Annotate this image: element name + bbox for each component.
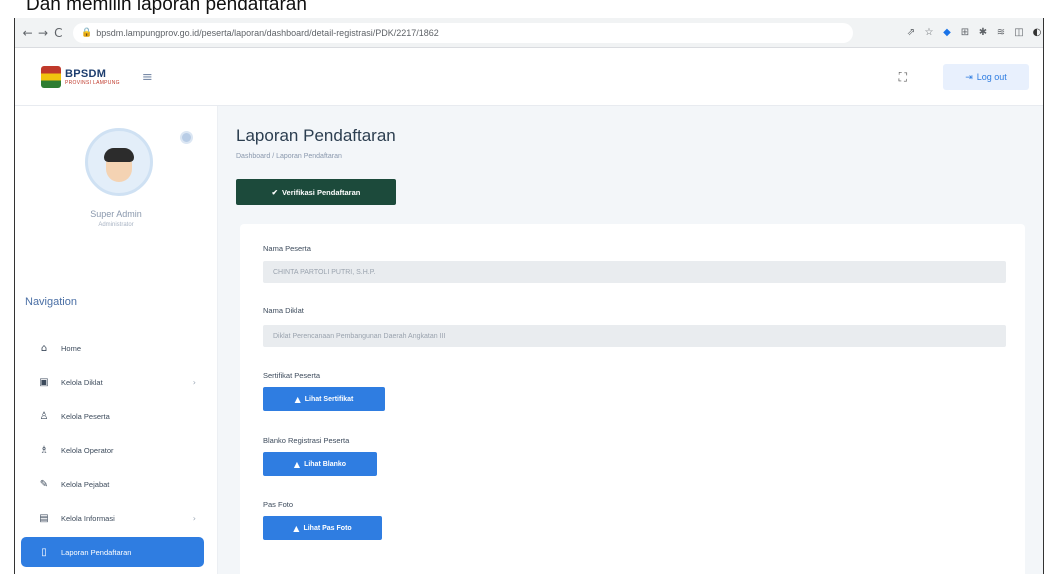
sidebar-item-laporan-pendaftaran[interactable]: ▯ Laporan Pendaftaran — [21, 537, 204, 567]
view-form-button[interactable]: ▲ Lihat Blanko — [263, 452, 377, 476]
user-icon: ♙ — [39, 410, 49, 422]
extension-icon[interactable]: ≋ — [995, 27, 1007, 39]
registration-detail-card: Nama Peserta CHINTA PARTOLI PUTRI, S.H.P… — [240, 224, 1025, 574]
extension-icon[interactable]: ⊞ — [959, 27, 971, 39]
user-role: Administrator — [98, 222, 134, 228]
status-dot-icon — [180, 131, 193, 144]
participant-name-field: CHINTA PARTOLI PUTRI, S.H.P. — [263, 261, 1006, 283]
logout-label: Log out — [976, 72, 1007, 82]
check-icon: ✔ — [271, 187, 278, 197]
view-form-label: Lihat Blanko — [304, 460, 347, 468]
sidebar-item-home[interactable]: ⌂ Home — [15, 331, 218, 365]
sidebar-item-kelola-pejabat[interactable]: ✎ Kelola Pejabat — [15, 467, 218, 501]
training-name-field: Diklat Perencanaan Pembangunan Daerah An… — [263, 325, 1006, 347]
fullscreen-icon[interactable]: ⛶ — [899, 70, 907, 85]
logout-icon: ⇥ — [965, 71, 973, 82]
breadcrumb: Dashboard / Laporan Pendaftaran — [236, 153, 342, 160]
view-certificate-label: Lihat Sertifikat — [304, 395, 354, 403]
browser-toolbar: ← → C 🔒 bpsdm.lampungprov.go.id/peserta/… — [15, 18, 1043, 48]
avatar — [85, 128, 153, 196]
sidebar: Super Admin Administrator Navigation ⌂ H… — [15, 106, 218, 574]
back-icon[interactable]: ← — [21, 25, 34, 41]
photo-label: Pas Foto — [263, 500, 294, 509]
sidebar-item-label: Kelola Informasi — [61, 513, 115, 523]
upload-icon: ▲ — [293, 523, 300, 533]
extension-icon[interactable]: ◆ — [941, 27, 953, 39]
screenshot-caption: Dan memilih laporan pendaftaran — [26, 0, 307, 15]
chevron-right-icon: › — [192, 513, 196, 523]
screenshot-frame: ← → C 🔒 bpsdm.lampungprov.go.id/peserta/… — [14, 18, 1044, 574]
nav-list: ⌂ Home ▣ Kelola Diklat › ♙ Kelola Pesert… — [15, 331, 218, 567]
address-bar[interactable]: 🔒 bpsdm.lampungprov.go.id/peserta/lapora… — [72, 22, 853, 43]
sidebar-item-label: Kelola Operator — [61, 445, 114, 455]
logo-icon — [41, 66, 61, 88]
sidebar-item-kelola-operator[interactable]: ♗ Kelola Operator — [15, 433, 218, 467]
certificate-label: Sertifikat Peserta — [263, 371, 321, 380]
training-name-label: Nama Diklat — [263, 306, 304, 315]
sidebar-item-label: Kelola Pejabat — [61, 479, 110, 489]
sidebar-item-kelola-informasi[interactable]: ▤ Kelola Informasi › — [15, 501, 218, 535]
url-text: bpsdm.lampungprov.go.id/peserta/laporan/… — [96, 27, 439, 38]
lock-icon: 🔒 — [80, 27, 93, 37]
bookmark-star-icon[interactable]: ☆ — [923, 27, 935, 39]
user-cog-icon: ♗ — [39, 444, 49, 456]
puzzle-icon[interactable]: ✱ — [977, 27, 989, 39]
pen-icon: ✎ — [39, 478, 49, 490]
upload-icon: ▲ — [293, 459, 301, 469]
profile-icon[interactable]: ◐ — [1031, 27, 1043, 39]
calendar-icon: ▤ — [39, 512, 49, 524]
view-photo-label: Lihat Pas Foto — [303, 524, 352, 532]
logo-subtitle: PROVINSI LAMPUNG — [65, 80, 120, 86]
sidebar-item-label: Home — [61, 343, 82, 353]
main-content: Laporan Pendaftaran Dashboard / Laporan … — [218, 106, 1043, 574]
participant-name-label: Nama Peserta — [263, 244, 311, 253]
view-certificate-button[interactable]: ▲ Lihat Sertifikat — [263, 387, 385, 411]
logout-button[interactable]: ⇥ Log out — [943, 64, 1029, 90]
sidebar-item-kelola-peserta[interactable]: ♙ Kelola Peserta — [15, 399, 218, 433]
document-icon: ▯ — [41, 546, 47, 558]
sidebar-item-label: Laporan Pendaftaran — [61, 547, 132, 557]
logo-title: BPSDM — [65, 68, 107, 80]
menu-toggle-icon[interactable]: ≡ — [142, 70, 153, 85]
verify-registration-button[interactable]: ✔ Verifikasi Pendaftaran — [236, 179, 396, 205]
forward-icon[interactable]: → — [36, 25, 49, 41]
verify-button-label: Verifikasi Pendaftaran — [281, 187, 361, 197]
share-icon[interactable]: ⇗ — [905, 27, 917, 39]
reload-icon[interactable]: C — [52, 25, 65, 41]
upload-icon: ▲ — [294, 394, 301, 404]
app-header: BPSDM PROVINSI LAMPUNG ≡ ⛶ ⇥ Log out — [15, 48, 1043, 106]
home-icon: ⌂ — [40, 342, 48, 354]
brand: BPSDM PROVINSI LAMPUNG ≡ — [15, 48, 218, 106]
sidebar-item-kelola-diklat[interactable]: ▣ Kelola Diklat › — [15, 365, 218, 399]
browser-extensions: ⇗ ☆ ◆ ⊞ ✱ ≋ ◫ ◐ — [905, 27, 1043, 39]
chevron-right-icon: › — [192, 377, 196, 387]
registration-form-label: Blanko Registrasi Peserta — [263, 436, 350, 445]
briefcase-icon: ▣ — [39, 376, 49, 388]
user-name: Super Admin — [90, 209, 142, 219]
sidebar-item-label: Kelola Diklat — [61, 377, 103, 387]
page-title: Laporan Pendaftaran — [236, 126, 396, 145]
sidebar-item-label: Kelola Peserta — [61, 411, 110, 421]
view-photo-button[interactable]: ▲ Lihat Pas Foto — [263, 516, 382, 540]
nav-title: Navigation — [25, 296, 77, 308]
sidepanel-icon[interactable]: ◫ — [1013, 27, 1025, 39]
